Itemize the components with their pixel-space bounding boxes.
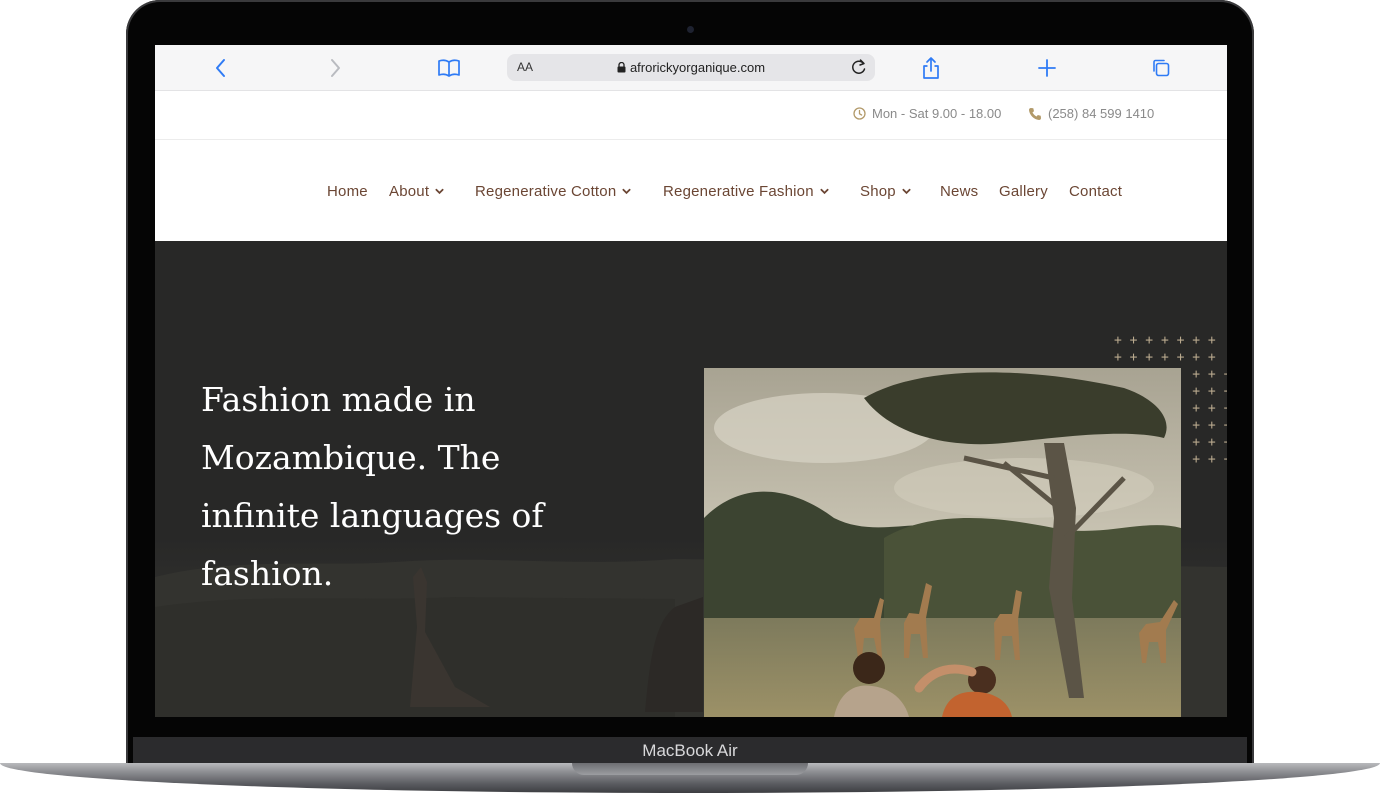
decorative-plus-pattern: + + + + + + + + + + + + + + + + + + + + …: [1114, 333, 1227, 467]
hero-section: Fashion made in Mozambique. The infinite…: [155, 241, 1227, 717]
nav-item-label: News: [940, 183, 979, 200]
url-display: afrorickyorganique.com: [507, 60, 875, 75]
chevron-down-icon: [820, 188, 829, 195]
chevron-down-icon: [902, 188, 911, 195]
screen: AA afrorickyorganique.com Mon - Sat 9.00…: [155, 45, 1227, 717]
share-icon[interactable]: [919, 56, 943, 80]
nav-item-label: About: [389, 183, 430, 200]
phone-contact[interactable]: (258) 84 599 1410: [1028, 106, 1154, 121]
hero-title: Fashion made in Mozambique. The infinite…: [201, 380, 544, 593]
top-info-bar: Mon - Sat 9.00 - 18.00 (258) 84 599 1410: [155, 91, 1227, 140]
nav-item-regenerative-fashion[interactable]: Regenerative Fashion: [663, 183, 829, 200]
nav-item-contact[interactable]: Contact: [1069, 183, 1122, 200]
device-label: MacBook Air: [133, 737, 1247, 765]
nav-item-label: Contact: [1069, 183, 1123, 200]
nav-item-shop[interactable]: Shop: [860, 183, 911, 200]
url-text: afrorickyorganique.com: [629, 60, 766, 75]
browser-toolbar: AA afrorickyorganique.com: [155, 45, 1227, 91]
nav-item-about[interactable]: About: [389, 183, 444, 200]
nav-item-label: Regenerative Cotton: [475, 183, 617, 200]
clock-icon: [853, 107, 866, 120]
camera-icon: [687, 26, 694, 33]
phone-icon: [1029, 107, 1041, 120]
tabs-icon[interactable]: [1149, 56, 1173, 80]
nav-item-regenerative-cotton[interactable]: Regenerative Cotton: [475, 183, 631, 200]
nav-item-gallery[interactable]: Gallery: [999, 183, 1048, 200]
new-tab-icon[interactable]: [1035, 56, 1059, 80]
business-hours: Mon - Sat 9.00 - 18.00: [853, 106, 1001, 121]
nav-item-label: Gallery: [999, 183, 1048, 200]
phone-text: (258) 84 599 1410: [1048, 106, 1155, 121]
forward-icon[interactable]: [323, 56, 347, 80]
nav-item-label: Home: [327, 183, 368, 200]
bookmarks-icon[interactable]: [437, 56, 461, 80]
chevron-down-icon: [622, 188, 631, 195]
nav-item-news[interactable]: News: [940, 183, 978, 200]
lock-icon: [617, 61, 626, 73]
back-icon[interactable]: [209, 56, 233, 80]
laptop-notch: [572, 763, 808, 775]
address-bar[interactable]: AA afrorickyorganique.com: [507, 54, 875, 81]
hero-photo: [704, 368, 1181, 717]
hours-text: Mon - Sat 9.00 - 18.00: [872, 106, 1002, 121]
chevron-down-icon: [435, 188, 444, 195]
nav-item-label: Regenerative Fashion: [663, 183, 814, 200]
reload-icon[interactable]: [849, 57, 869, 77]
nav-item-home[interactable]: Home: [327, 183, 368, 200]
nav-item-label: Shop: [860, 183, 896, 200]
main-navigation: Home About Regenerative Cotton Regenerat…: [155, 140, 1227, 241]
